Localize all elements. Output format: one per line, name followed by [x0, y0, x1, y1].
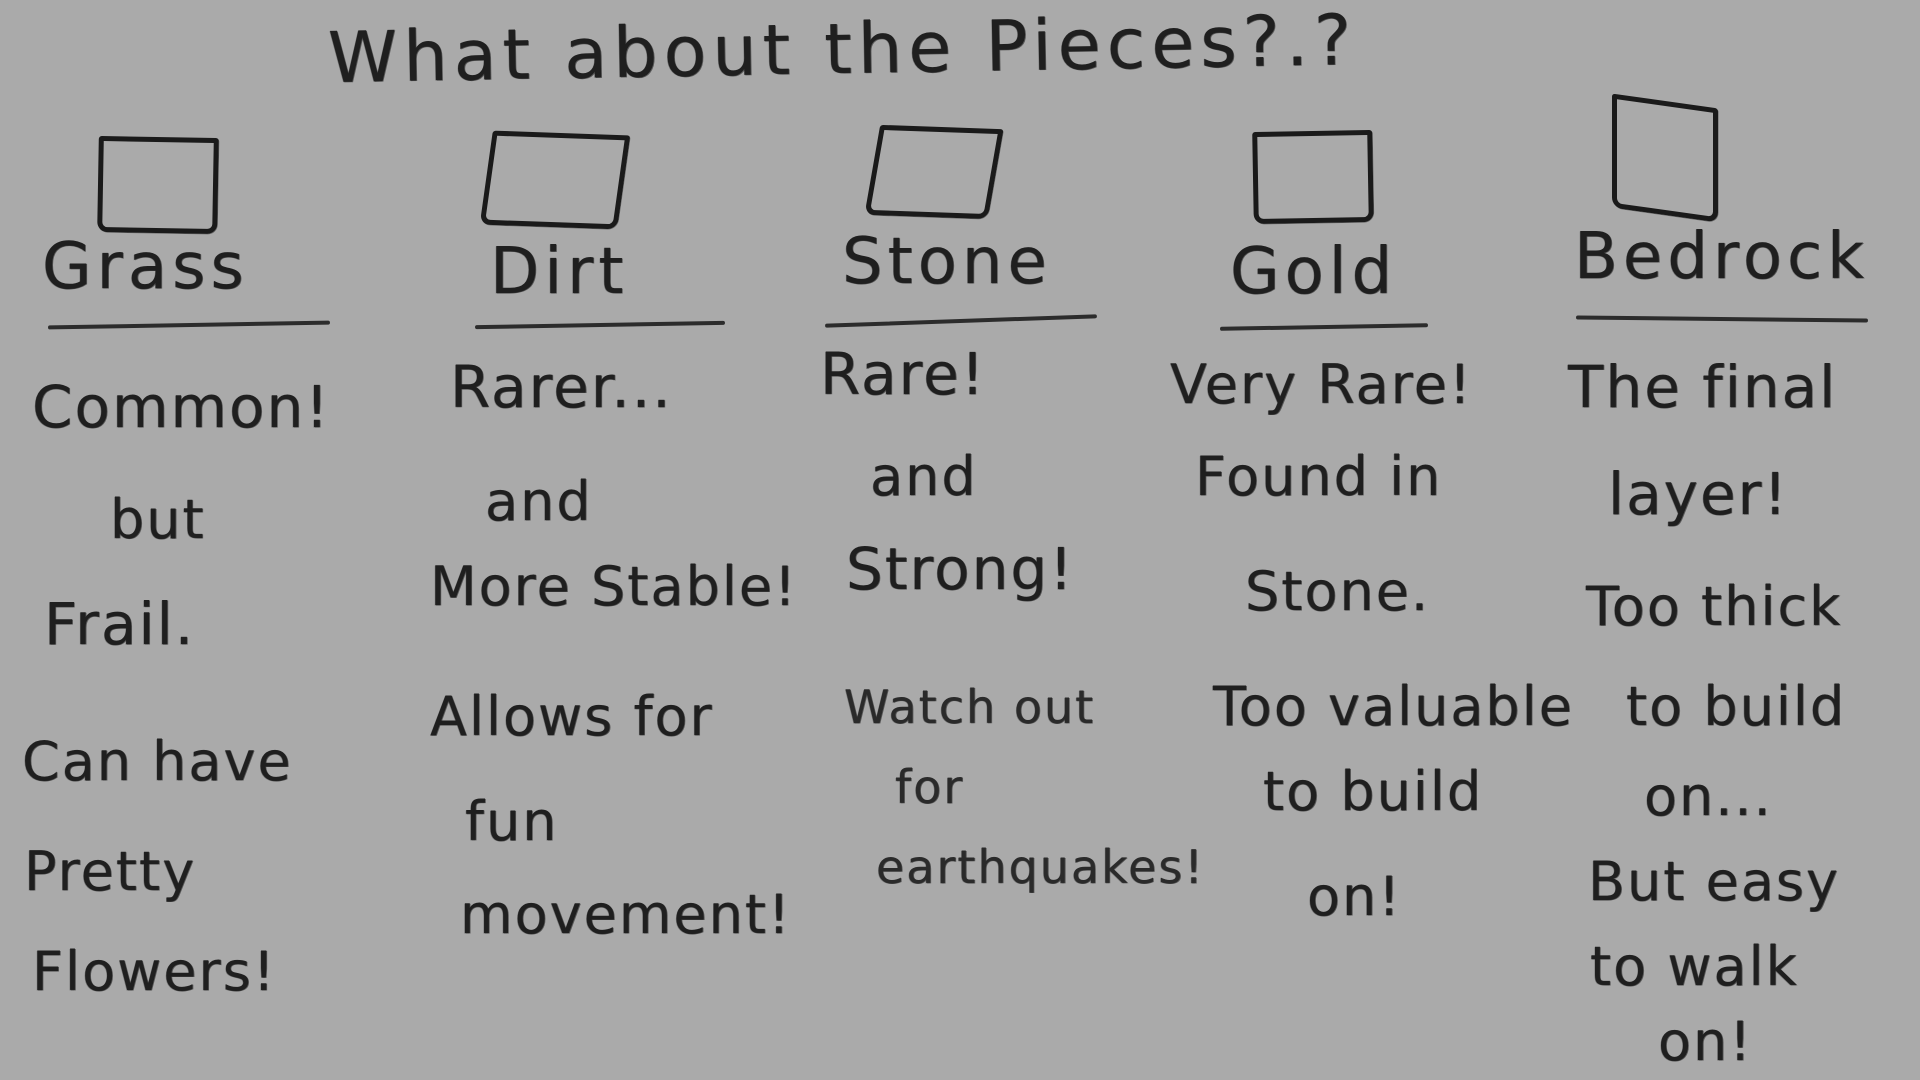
piece-description-line: but	[110, 488, 206, 551]
piece-name: Dirt	[490, 235, 629, 309]
piece-description-line: Strong!	[846, 535, 1075, 603]
grass-block-icon	[97, 135, 219, 235]
piece-description-line: Can have	[22, 730, 293, 793]
piece-description-line: for	[895, 760, 965, 814]
piece-description-line: More Stable!	[430, 555, 798, 618]
name-underline	[825, 314, 1097, 328]
piece-column-bedrock: Bedrock The final layer! Too thick to bu…	[1560, 93, 1920, 1080]
piece-column-dirt: Dirt Rarer... and More Stable! Allows fo…	[430, 95, 796, 1080]
piece-description-line: Watch out	[844, 680, 1096, 734]
piece-description-line: movement!	[460, 883, 792, 946]
piece-description-line: and	[870, 445, 978, 508]
piece-description-line: Allows for	[430, 685, 714, 748]
piece-name: Stone	[842, 225, 1052, 299]
piece-description-line: Found in	[1195, 445, 1443, 508]
piece-description-line: on...	[1644, 765, 1773, 828]
piece-description-line: But easy	[1588, 850, 1841, 913]
name-underline	[47, 320, 331, 330]
name-underline	[1219, 323, 1429, 331]
piece-description-line: and	[485, 470, 593, 533]
piece-description-line: The final	[1568, 353, 1838, 421]
piece-name: Gold	[1230, 235, 1398, 309]
piece-column-grass: Grass Common! but Frail. Can have Pretty…	[20, 95, 340, 1080]
piece-description-line: Frail.	[44, 590, 196, 658]
piece-column-stone: Stone Rare! and Strong! Watch out for ea…	[820, 95, 1203, 1080]
piece-description-line: Flowers!	[32, 940, 277, 1003]
name-underline	[474, 320, 726, 330]
piece-description-line: to build	[1263, 760, 1484, 823]
piece-description-line: Rare!	[820, 340, 987, 408]
piece-name: Grass	[42, 230, 249, 304]
piece-description-line: Rarer...	[450, 353, 673, 421]
piece-description-line: Pretty	[24, 840, 197, 903]
name-underline	[1575, 315, 1869, 323]
piece-description-line: layer!	[1608, 460, 1789, 528]
piece-description-line: to walk	[1590, 935, 1799, 998]
stone-block-icon	[864, 124, 1004, 220]
piece-description-line: on!	[1658, 1010, 1753, 1073]
piece-description-line: on!	[1307, 865, 1402, 928]
dirt-block-icon	[479, 130, 631, 230]
sketch-canvas: What about the Pieces?.? Grass Common! b…	[0, 0, 1920, 1080]
piece-description-line: Too thick	[1586, 575, 1843, 638]
piece-description-line: fun	[465, 790, 559, 853]
bedrock-block-icon	[1612, 93, 1718, 223]
piece-column-gold: Gold Very Rare! Found in Stone. Too valu…	[1165, 95, 1572, 1080]
gold-block-icon	[1252, 129, 1374, 225]
page-title: What about the Pieces?.?	[327, 0, 1358, 99]
piece-description-line: Stone.	[1245, 560, 1431, 623]
piece-name: Bedrock	[1574, 220, 1870, 294]
piece-description-line: to build	[1626, 675, 1847, 738]
piece-description-line: earthquakes!	[876, 840, 1205, 894]
piece-description-line: Common!	[32, 373, 331, 441]
piece-description-line: Very Rare!	[1170, 353, 1473, 416]
piece-description-line: Too valuable	[1213, 675, 1574, 738]
